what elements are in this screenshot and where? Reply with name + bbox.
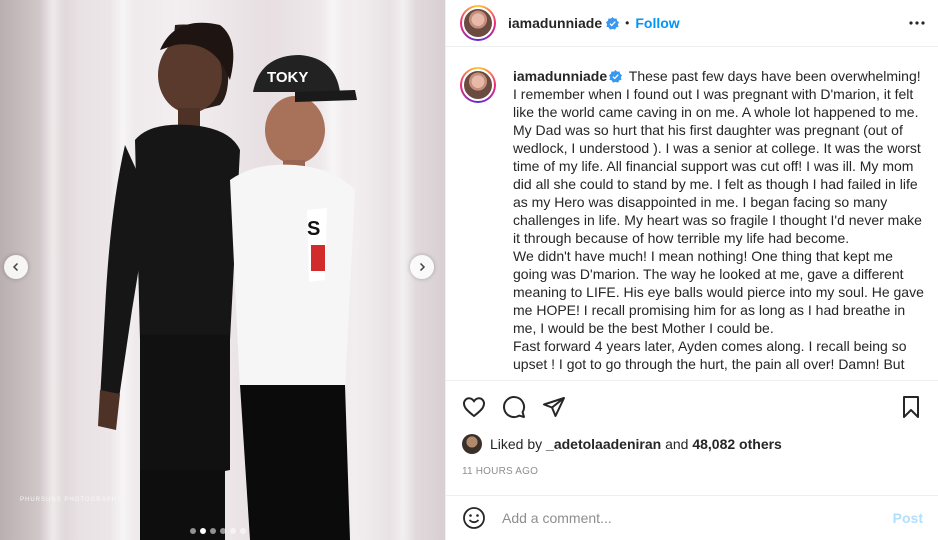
liker-username[interactable]: _adetolaadeniran [546,436,661,452]
liker-avatar[interactable] [462,434,482,454]
post-photo: TOKY S PHURSUNS PHOTOGRAPHY [0,0,445,540]
avatar[interactable] [460,5,496,41]
likes-count[interactable]: 48,082 others [692,436,782,452]
chevron-left-icon [12,262,19,272]
carousel-indicator [190,528,246,534]
photo-subject-right: TOKY S [230,55,357,540]
post-timestamp[interactable]: 11 HOURS AGO [462,466,923,477]
caption-text-1: These past few days have been overwhelmi… [513,68,922,246]
svg-text:S: S [307,218,320,240]
svg-text:TOKY: TOKY [267,69,308,86]
post-actions: Liked by _adetolaadeniran and 48,082 oth… [446,380,938,495]
carousel-dot [230,528,236,534]
previous-photo-button[interactable] [4,255,28,279]
chevron-right-icon [419,262,426,272]
likes-prefix: Liked by [490,436,543,452]
more-options-icon[interactable] [908,14,926,32]
post-header: iamadunniade • Follow [446,0,938,47]
caption-scroll-area[interactable]: iamadunniade These past few days have be… [446,47,938,380]
caption-username[interactable]: iamadunniade [513,68,607,84]
separator-bullet: • [625,16,630,30]
comment-icon[interactable] [502,395,526,419]
share-icon[interactable] [542,395,566,419]
comment-input[interactable] [502,510,893,526]
carousel-dot [240,528,246,534]
likes-summary: Liked by _adetolaadeniran and 48,082 oth… [462,434,923,454]
photo-watermark: PHURSUNS PHOTOGRAPHY [20,497,122,503]
caption-avatar[interactable] [460,67,496,103]
verified-badge-icon [606,16,620,30]
verified-badge-icon [609,70,623,83]
carousel-dot-active [200,528,206,534]
curtain-fold [40,0,66,540]
follow-button[interactable]: Follow [635,15,679,31]
username-link[interactable]: iamadunniade [508,15,602,31]
bookmark-icon[interactable] [899,395,923,419]
caption-paragraph: Fast forward 4 years later, Ayden comes … [513,338,907,372]
caption-paragraph: iamadunniade These past few days have be… [513,67,925,247]
carousel-dot [220,528,226,534]
carousel-dot [210,528,216,534]
next-photo-button[interactable] [410,255,434,279]
emoji-icon[interactable] [462,506,486,530]
comment-bar: Post [446,495,938,540]
caption-paragraph: We didn't have much! I mean nothing! One… [513,248,924,336]
carousel-dot [190,528,196,534]
heart-icon[interactable] [462,395,486,419]
likes-middle: and [665,436,689,452]
post-details-panel: iamadunniade • Follow iamadunniade These… [445,0,938,540]
caption: iamadunniade These past few days have be… [513,67,925,373]
post-comment-button[interactable]: Post [893,510,923,526]
